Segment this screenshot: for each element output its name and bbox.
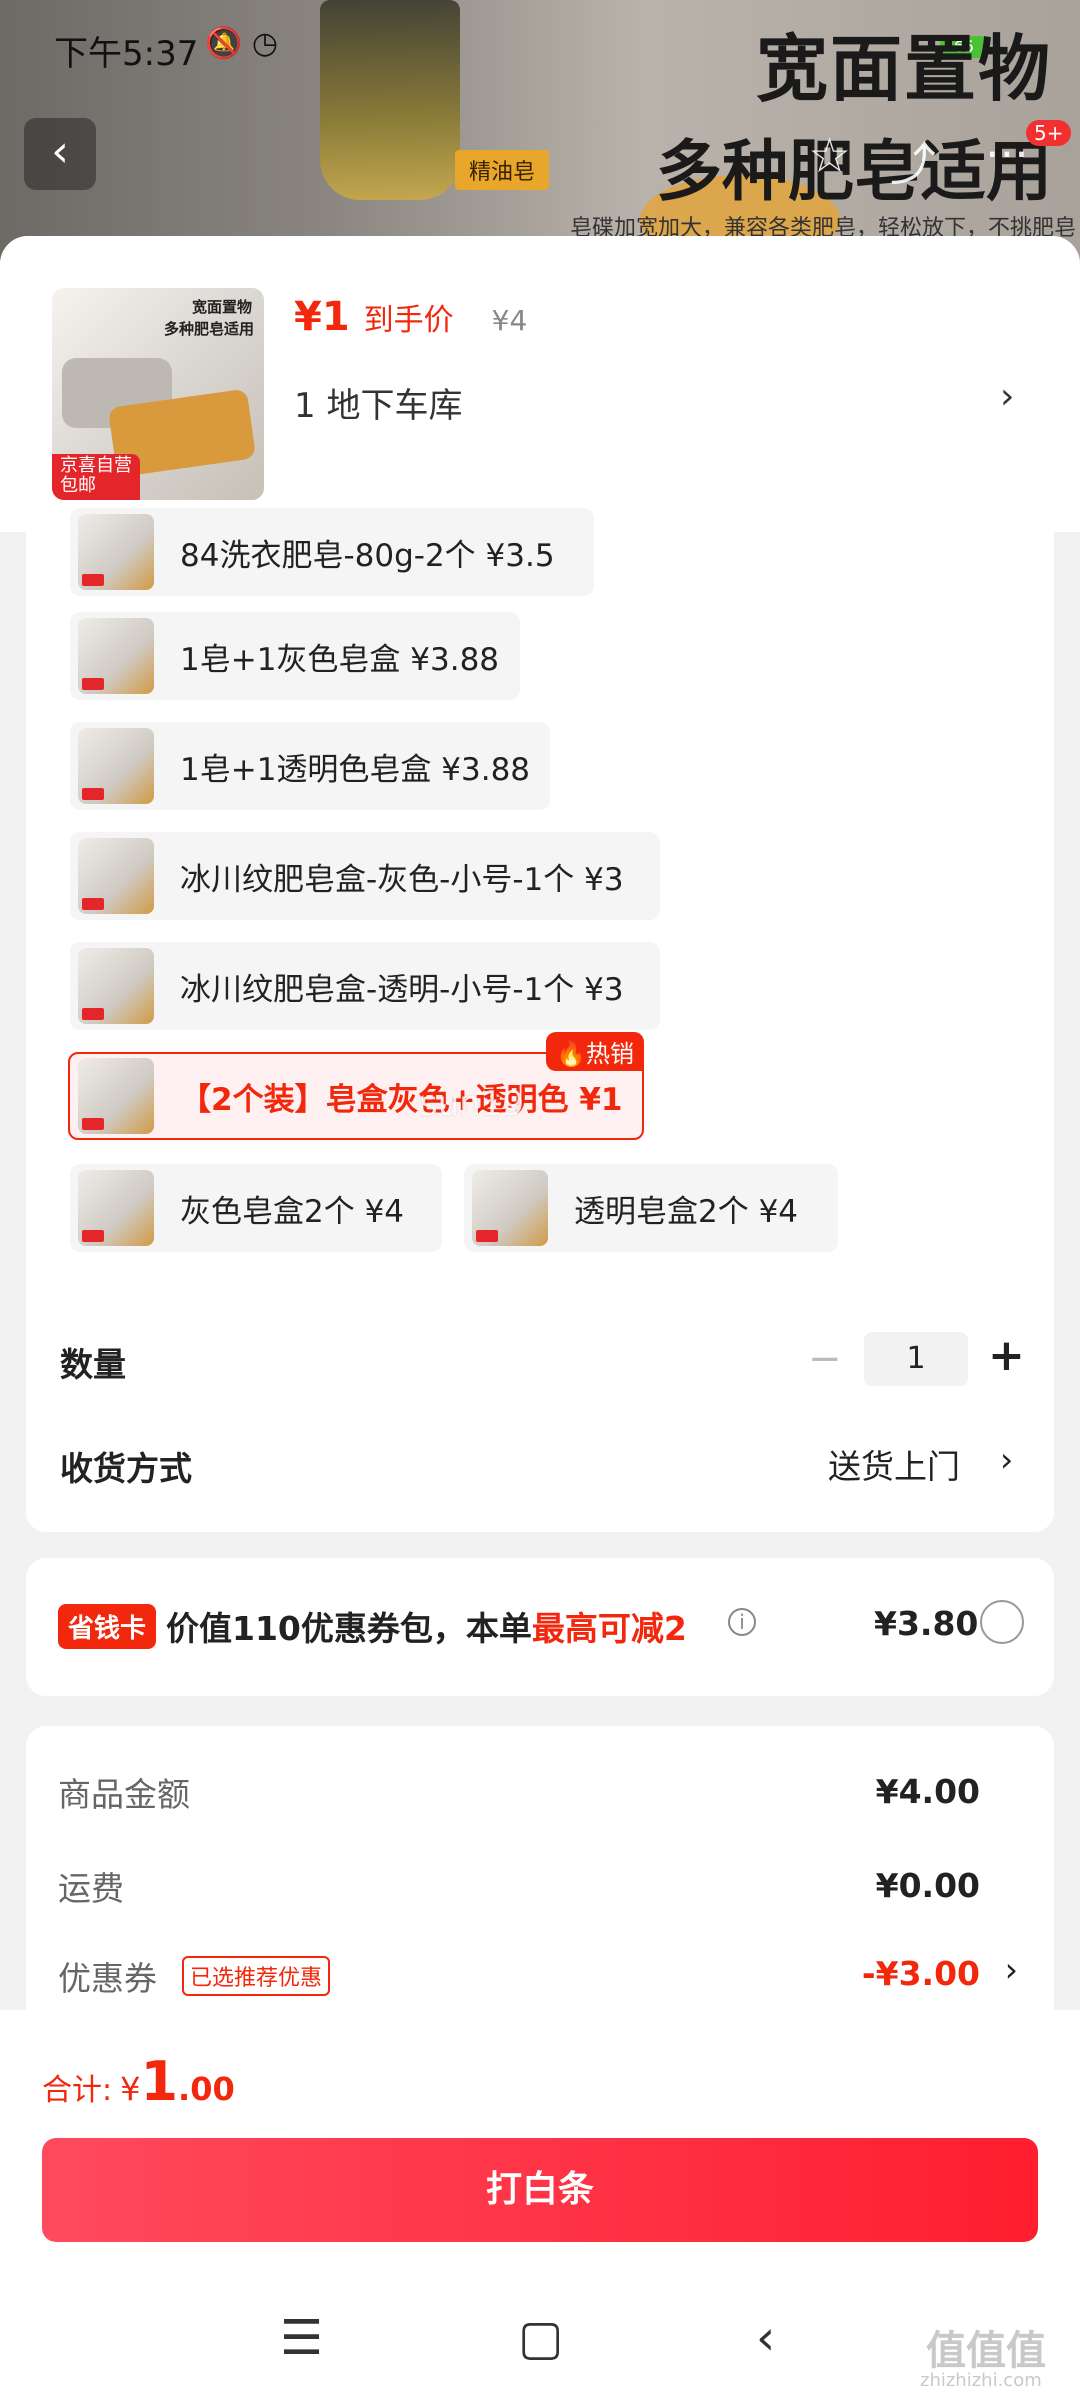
saving-text-main: 价值110优惠券包，本单 bbox=[166, 1609, 532, 1648]
sheet-header: 宽面置物 多种肥皂适用 京喜自营 包邮 ¥1 到手价 ¥4 1 地下车库 › bbox=[0, 236, 1080, 532]
variant-label: 1皂+1透明色皂盒 ¥3.88 bbox=[180, 751, 531, 788]
oil-soap-tag: 精油皂 bbox=[455, 150, 550, 190]
original-price: ¥4 bbox=[491, 304, 528, 337]
variant-option[interactable]: 冰川纹肥皂盒-灰色-小号-1个 ¥3 bbox=[70, 832, 660, 920]
variant-label: 1皂+1灰色皂盒 ¥3.88 bbox=[180, 641, 500, 678]
total-integer: 1 bbox=[140, 2050, 179, 2113]
shipping-label: 运费 bbox=[58, 1869, 124, 1908]
saving-card[interactable]: 省钱卡 价值110优惠券包，本单最高可减2 i ¥3.80 bbox=[26, 1558, 1054, 1696]
user-watermark: sun19 bbox=[420, 1084, 525, 1124]
checkout-bar: 合计: ¥ 1 .00 打白条 ☰ ▢ ‹ bbox=[0, 2010, 1080, 2400]
total-currency: ¥ bbox=[120, 2070, 141, 2108]
total-label: 合计: bbox=[42, 2073, 113, 2108]
variant-thumbnail bbox=[472, 1170, 548, 1246]
coupon-chip: 已选推荐优惠 bbox=[182, 1956, 331, 1996]
back-button[interactable]: ‹ bbox=[24, 118, 96, 190]
goods-amount-value: ¥4.00 bbox=[875, 1772, 980, 1811]
variant-label: 灰色皂盒2个 ¥4 bbox=[180, 1193, 405, 1230]
chevron-left-icon: ‹ bbox=[51, 126, 69, 177]
coupon-value[interactable]: -¥3.00 bbox=[862, 1954, 980, 1993]
variant-thumbnail bbox=[78, 948, 154, 1024]
variant-label: 冰川纹肥皂盒-透明-小号-1个 ¥3 bbox=[180, 971, 624, 1008]
free-shipping-label: 包邮 bbox=[60, 475, 96, 497]
hot-sale-label: 热销 bbox=[586, 1040, 634, 1068]
variant-label: 冰川纹肥皂盒-灰色-小号-1个 ¥3 bbox=[180, 861, 624, 898]
variant-thumbnail bbox=[78, 1058, 154, 1134]
variant-label: 透明皂盒2个 ¥4 bbox=[574, 1193, 799, 1230]
thumb-text: 宽面置物 bbox=[191, 298, 252, 316]
site-watermark-url: zhizhizhi.com bbox=[920, 2370, 1042, 2391]
shipping-value: ¥0.00 bbox=[875, 1866, 980, 1905]
quantity-input[interactable]: 1 bbox=[864, 1332, 968, 1386]
delivery-address[interactable]: 1 地下车库 bbox=[294, 378, 462, 427]
delivery-method-label: 收货方式 bbox=[60, 1449, 192, 1488]
chevron-right-icon[interactable]: › bbox=[1000, 376, 1014, 417]
site-watermark: 值值值 bbox=[926, 2328, 1046, 2374]
saving-card-radio[interactable] bbox=[980, 1600, 1024, 1644]
delivery-method-value[interactable]: 送货上门 bbox=[828, 1440, 960, 1488]
self-operated-label: 京喜自营 bbox=[60, 455, 132, 477]
variant-thumbnail bbox=[78, 1170, 154, 1246]
variant-label: 【2个装】皂盒灰色+透明色 ¥1 bbox=[180, 1081, 623, 1118]
goods-amount-label: 商品金额 bbox=[58, 1775, 190, 1814]
total-decimal: .00 bbox=[178, 2070, 235, 2108]
free-shipping-tag: 京喜自营 包邮 bbox=[52, 454, 140, 500]
saving-card-tag: 省钱卡 bbox=[58, 1604, 157, 1649]
final-price: ¥1 bbox=[294, 294, 350, 340]
home-icon[interactable]: ▢ bbox=[518, 2310, 563, 2366]
variant-option[interactable]: 灰色皂盒2个 ¥4 bbox=[70, 1164, 442, 1252]
order-summary: 商品金额 ¥4.00 运费 ¥0.00 优惠券 已选推荐优惠 -¥3.00 › bbox=[26, 1726, 1054, 2026]
minus-icon[interactable]: − bbox=[808, 1336, 842, 1382]
coupon-label: 优惠券 bbox=[58, 1959, 157, 1998]
menu-icon[interactable]: ☰ bbox=[280, 2310, 323, 2366]
notification-badge: 5+ bbox=[1026, 120, 1072, 146]
bottle-image bbox=[320, 0, 460, 200]
final-price-label: 到手价 bbox=[363, 303, 454, 338]
chevron-right-icon[interactable]: › bbox=[1005, 1950, 1018, 1989]
banner-headline: 宽面置物 bbox=[755, 27, 1052, 111]
flame-icon: 🔥 bbox=[556, 1040, 586, 1068]
variant-option[interactable]: 透明皂盒2个 ¥4 bbox=[464, 1164, 838, 1252]
quantity-label: 数量 bbox=[60, 1345, 126, 1384]
plus-icon[interactable]: + bbox=[988, 1330, 1025, 1381]
more-icon[interactable]: ⋯ bbox=[985, 128, 1029, 179]
variant-option[interactable]: 84洗衣肥皂-80g-2个 ¥3.5 bbox=[70, 508, 594, 596]
variant-thumbnail bbox=[78, 728, 154, 804]
hot-sale-tag: 🔥热销 bbox=[546, 1032, 644, 1071]
status-time: 下午5:37 bbox=[54, 34, 199, 74]
saving-text-highlight: 最高可减2 bbox=[531, 1609, 687, 1648]
chevron-right-icon[interactable]: › bbox=[1000, 1440, 1013, 1479]
variant-option[interactable]: 冰川纹肥皂盒-透明-小号-1个 ¥3 bbox=[70, 942, 660, 1030]
favorite-star-icon[interactable]: ☆ bbox=[808, 128, 851, 184]
product-thumbnail: 宽面置物 多种肥皂适用 京喜自营 包邮 bbox=[52, 288, 264, 500]
thumb-text: 多种肥皂适用 bbox=[163, 320, 254, 338]
share-icon[interactable]: ⤴ bbox=[890, 128, 936, 194]
saving-card-price: ¥3.80 bbox=[874, 1604, 979, 1643]
variant-thumbnail bbox=[78, 514, 154, 590]
variant-label: 84洗衣肥皂-80g-2个 ¥3.5 bbox=[180, 537, 555, 574]
saving-card-text: 价值110优惠券包，本单最高可减2 bbox=[166, 1602, 687, 1650]
variant-thumbnail bbox=[78, 618, 154, 694]
variant-option-selected[interactable]: 【2个装】皂盒灰色+透明色 ¥1 🔥热销 bbox=[68, 1032, 644, 1140]
variant-thumbnail bbox=[78, 838, 154, 914]
order-total: 合计: ¥ 1 .00 bbox=[42, 2050, 235, 2113]
price-row: ¥1 到手价 ¥4 bbox=[294, 294, 527, 340]
variant-option[interactable]: 1皂+1透明色皂盒 ¥3.88 bbox=[70, 722, 550, 810]
back-icon[interactable]: ‹ bbox=[756, 2310, 775, 2366]
status-icons: 🔕 ◷ bbox=[205, 26, 279, 61]
pay-button[interactable]: 打白条 bbox=[42, 2138, 1038, 2242]
info-icon[interactable]: i bbox=[728, 1608, 756, 1636]
variant-option[interactable]: 1皂+1灰色皂盒 ¥3.88 bbox=[70, 612, 520, 700]
